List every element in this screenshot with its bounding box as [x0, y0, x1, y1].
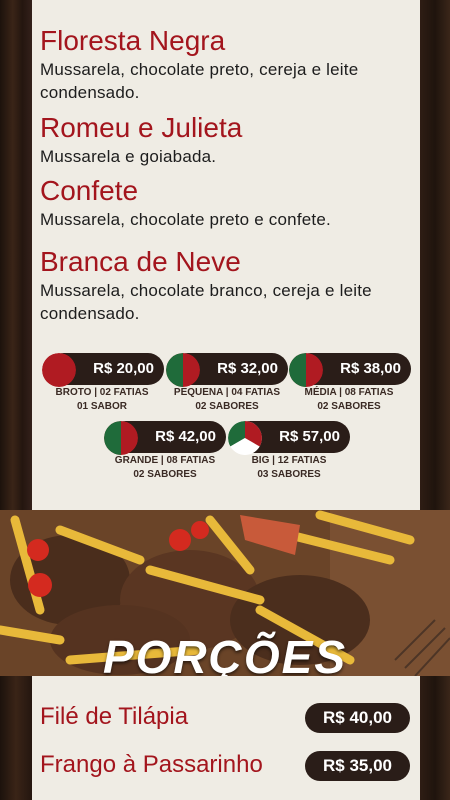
- pizza-half-icon: [104, 421, 138, 455]
- pizza-size-icon: [42, 353, 76, 387]
- caption-line: 02 SABORES: [133, 469, 197, 480]
- caption-line: PEQUENA | 04 FATIAS: [173, 387, 281, 398]
- pizza-half-icon: [166, 353, 200, 387]
- caption-line: MÉDIA | 08 FATIAS: [304, 387, 394, 398]
- wood-border-left: [0, 676, 32, 800]
- portion-name: Filé de Tilápia: [40, 703, 189, 730]
- portion-price: R$ 35,00: [305, 751, 410, 781]
- price-caption: BROTO | 02 FATIAS 01 SABOR: [42, 386, 162, 414]
- menu-item: Floresta Negra Mussarela, chocolate pret…: [40, 26, 415, 104]
- caption-line: BROTO | 02 FATIAS: [55, 387, 149, 398]
- menu-paper-bottom: [32, 676, 420, 800]
- price-caption: GRANDE | 08 FATIAS 02 SABORES: [100, 454, 230, 482]
- wood-border-left: [0, 0, 32, 510]
- price-badge-pequena: R$ 32,00: [166, 353, 288, 387]
- pizza-half-icon: [289, 353, 323, 387]
- item-description: Mussarela, chocolate branco, cereja e le…: [40, 281, 372, 323]
- price-badge-big: R$ 57,00: [228, 421, 350, 455]
- price-badge-broto: R$ 20,00: [42, 353, 164, 387]
- caption-line: 02 SABORES: [195, 401, 259, 412]
- price-caption: PEQUENA | 04 FATIAS 02 SABORES: [160, 386, 294, 414]
- price-badge-media: R$ 38,00: [289, 353, 411, 387]
- item-description: Mussarela e goiabada.: [40, 147, 217, 166]
- item-description: Mussarela, chocolate preto, cereja e lei…: [40, 60, 359, 102]
- menu-item: Confete Mussarela, chocolate preto e con…: [40, 176, 415, 231]
- caption-line: 03 SABORES: [257, 469, 321, 480]
- caption-line: 02 SABORES: [317, 401, 381, 412]
- item-title: Confete: [40, 175, 139, 206]
- item-title: Floresta Negra: [40, 25, 226, 56]
- wood-border-right: [420, 676, 450, 800]
- caption-line: BIG | 12 FATIAS: [251, 455, 327, 466]
- caption-line: 01 SABOR: [76, 401, 127, 412]
- price-badge-grande: R$ 42,00: [104, 421, 226, 455]
- item-title: Branca de Neve: [40, 246, 241, 277]
- item-title: Romeu e Julieta: [40, 112, 243, 143]
- menu-item: Branca de Neve Mussarela, chocolate bran…: [40, 247, 415, 325]
- price-caption: BIG | 12 FATIAS 03 SABORES: [226, 454, 352, 482]
- menu-item: Romeu e Julieta Mussarela e goiabada.: [40, 113, 415, 168]
- caption-line: GRANDE | 08 FATIAS: [114, 455, 216, 466]
- pizza-thirds-icon: [228, 421, 262, 455]
- portion-price: R$ 40,00: [305, 703, 410, 733]
- price-caption: MÉDIA | 08 FATIAS 02 SABORES: [286, 386, 412, 414]
- wood-border-right: [420, 0, 450, 510]
- portion-name: Frango à Passarinho: [40, 751, 263, 778]
- item-description: Mussarela, chocolate preto e confete.: [40, 210, 331, 229]
